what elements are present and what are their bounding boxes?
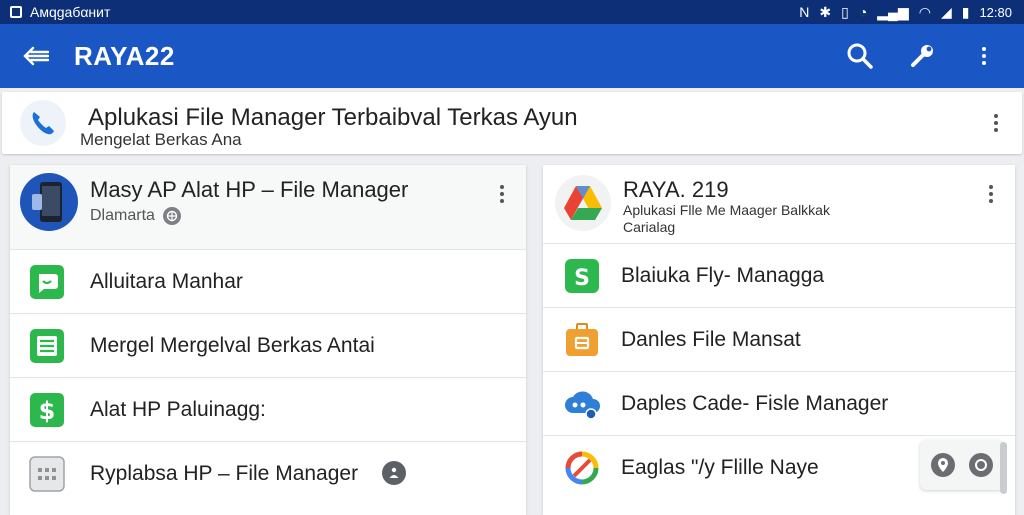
app-title: RAYA22 bbox=[74, 40, 175, 71]
list-item-label: Mergel Mergelval Berkas Antai bbox=[90, 333, 375, 357]
header-banner-card[interactable]: Aplukasi File Manager Terbaibval Terkas … bbox=[2, 92, 1022, 154]
right-card-title: RAYA. 219 bbox=[623, 177, 729, 202]
svg-text:$: $ bbox=[39, 397, 56, 425]
location-pin-icon bbox=[938, 458, 948, 472]
smartphone-icon bbox=[32, 182, 62, 222]
list-item-label: Eaglas "/y Flille Naye bbox=[621, 455, 819, 479]
list-icon bbox=[28, 327, 66, 365]
banner-title: Aplukasi File Manager Terbaibval Terkas … bbox=[88, 104, 578, 131]
right-card-avatar bbox=[555, 175, 611, 231]
tools-button[interactable] bbox=[904, 38, 940, 74]
wifi-icon: ◠ bbox=[918, 4, 931, 20]
battery-icon: ▮ bbox=[961, 4, 970, 20]
list-item[interactable]: Alluitara Manhar bbox=[10, 249, 526, 313]
record-icon bbox=[975, 459, 987, 471]
list-item[interactable]: Ryplabsa HP – File Manager bbox=[10, 441, 526, 505]
scrollbar[interactable] bbox=[1000, 442, 1007, 494]
list-item-label: Ryplabsa HP – File Manager bbox=[90, 461, 359, 485]
left-card-more-icon[interactable] bbox=[490, 179, 514, 209]
info-icon[interactable] bbox=[382, 461, 406, 485]
floating-controls bbox=[920, 440, 1004, 490]
phone-icon bbox=[20, 100, 66, 146]
list-item-label: Alluitara Manhar bbox=[90, 269, 243, 293]
app-bar: RAYA22 bbox=[0, 24, 1024, 88]
status-time: 12:80 bbox=[979, 4, 1012, 20]
left-card-avatar bbox=[20, 173, 78, 231]
back-arrow-icon bbox=[23, 46, 49, 66]
briefcase-icon bbox=[563, 321, 601, 359]
wrench-icon bbox=[911, 45, 933, 67]
list-item[interactable]: Daples Cade- Fisle Manager bbox=[543, 371, 1015, 435]
search-button[interactable] bbox=[842, 38, 878, 74]
right-card-subtitle-1: Aplukasi Flle Me Maager Balkkak bbox=[623, 202, 830, 218]
list-item-label: Daples Cade- Fisle Manager bbox=[621, 391, 889, 415]
cloud-icon bbox=[563, 385, 601, 423]
left-card-header[interactable]: Masy AP Alat HP – File Manager Dlamarta bbox=[10, 165, 526, 249]
more-vert-icon bbox=[972, 41, 996, 71]
right-card-more-icon[interactable] bbox=[979, 179, 1003, 209]
dollar-icon: $ bbox=[28, 391, 66, 429]
list-item[interactable]: $ Alat HP Paluinagg: bbox=[10, 377, 526, 441]
chat-icon bbox=[28, 263, 66, 301]
left-app-card: Masy AP Alat HP – File Manager Dlamarta … bbox=[10, 165, 526, 515]
drive-logo-icon bbox=[564, 186, 602, 220]
record-button[interactable] bbox=[969, 453, 993, 477]
globe-icon bbox=[162, 207, 181, 225]
grid-icon bbox=[28, 455, 66, 493]
more-options-button[interactable] bbox=[966, 38, 1002, 74]
location-button[interactable] bbox=[931, 453, 955, 477]
list-item[interactable]: Danles File Mansat bbox=[543, 307, 1015, 371]
alarm-icon: ◔ bbox=[858, 4, 868, 20]
list-item-label: Danles File Mansat bbox=[621, 327, 801, 351]
vibrate-icon: ▯ bbox=[841, 4, 849, 20]
notification-app-icon bbox=[10, 6, 22, 18]
right-card-header[interactable]: RAYA. 219 Aplukasi Flle Me Maager Balkka… bbox=[543, 165, 1015, 243]
bluetooth-icon: ✱ bbox=[819, 4, 832, 20]
left-card-subtitle: Dlamarta bbox=[90, 207, 155, 224]
status-bar: Aмqgaбαнит N ✱ ▯ ◔ ▂▄▆ ◠ ◢ ▮ 12:80 bbox=[0, 0, 1024, 24]
cellular-icon: ◢ bbox=[940, 4, 952, 20]
back-button[interactable] bbox=[16, 36, 56, 76]
list-item-label: Blaiuka Fly- Managga bbox=[621, 263, 825, 287]
list-item[interactable]: S Blaiuka Fly- Managga bbox=[543, 243, 1015, 307]
left-card-title: Masy AP Alat HP – File Manager bbox=[90, 177, 409, 202]
list-item[interactable]: Mergel Mergelval Berkas Antai bbox=[10, 313, 526, 377]
nfc-icon: N bbox=[799, 4, 810, 20]
circle-arrows-icon bbox=[563, 449, 601, 487]
signal-icon: ▂▄▆ bbox=[877, 4, 909, 20]
status-app-name: Aмqgaбαнит bbox=[30, 4, 111, 20]
svg-text:S: S bbox=[574, 266, 590, 291]
banner-more-icon[interactable] bbox=[984, 108, 1008, 138]
search-icon bbox=[847, 43, 873, 69]
right-card-subtitle-2: Carialag bbox=[623, 219, 676, 235]
list-item-label: Alat HP Paluinagg: bbox=[90, 397, 266, 421]
banner-subtitle: Mengelat Berkas Ana bbox=[80, 130, 242, 149]
money-icon: S bbox=[563, 257, 601, 295]
